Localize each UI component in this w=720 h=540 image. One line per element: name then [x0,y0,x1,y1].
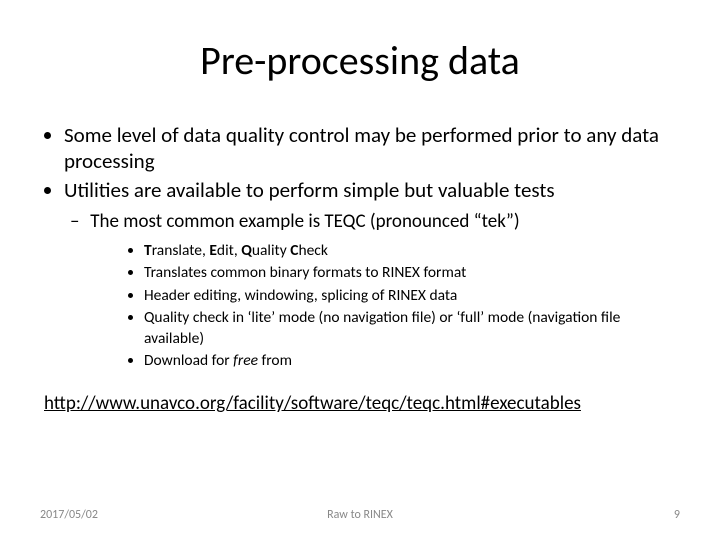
bullet-list-level2: The most common example is TEQC (pronoun… [64,210,680,372]
bullet-list-level3: Translate, Edit, Quality Check Translate… [86,241,680,372]
teqc-text: uality [252,241,290,260]
download-link[interactable]: http://www.unavco.org/facility/software/… [44,392,581,415]
bullet-item: Utilities are available to perform simpl… [64,178,680,372]
bullet-item: Header editing, windowing, splicing of R… [144,286,680,306]
bullet-text: Download for [144,351,233,370]
bullet-item: Translates common binary formats to RINE… [144,263,680,283]
bullet-item: Some level of data quality control may b… [64,123,680,174]
teqc-letter: T [144,241,152,260]
bullet-text: The most common example is TEQC (pronoun… [90,210,519,233]
slide-title: Pre-processing data [40,36,680,85]
bullet-text-em: free [233,351,258,370]
bullet-item: Translate, Edit, Quality Check [144,241,680,261]
bullet-text: Utilities are available to perform simpl… [64,177,555,203]
bullet-item: The most common example is TEQC (pronoun… [86,210,680,372]
bullet-list-level1: Some level of data quality control may b… [40,123,680,372]
slide: Pre-processing data Some level of data q… [0,0,720,540]
footer-title: Raw to RINEX [0,508,720,522]
bullet-item: Download for free from [144,351,680,371]
teqc-letter: E [209,241,217,260]
teqc-text: dit, [217,241,241,260]
slide-footer: 2017/05/02 Raw to RINEX 9 [0,508,720,522]
teqc-text: heck [298,241,327,260]
bullet-text: from [258,351,292,370]
teqc-letter: Q [241,241,252,260]
bullet-item: Quality check in ‘lite’ mode (no navigat… [144,308,680,349]
teqc-text: ranslate, [152,241,210,260]
